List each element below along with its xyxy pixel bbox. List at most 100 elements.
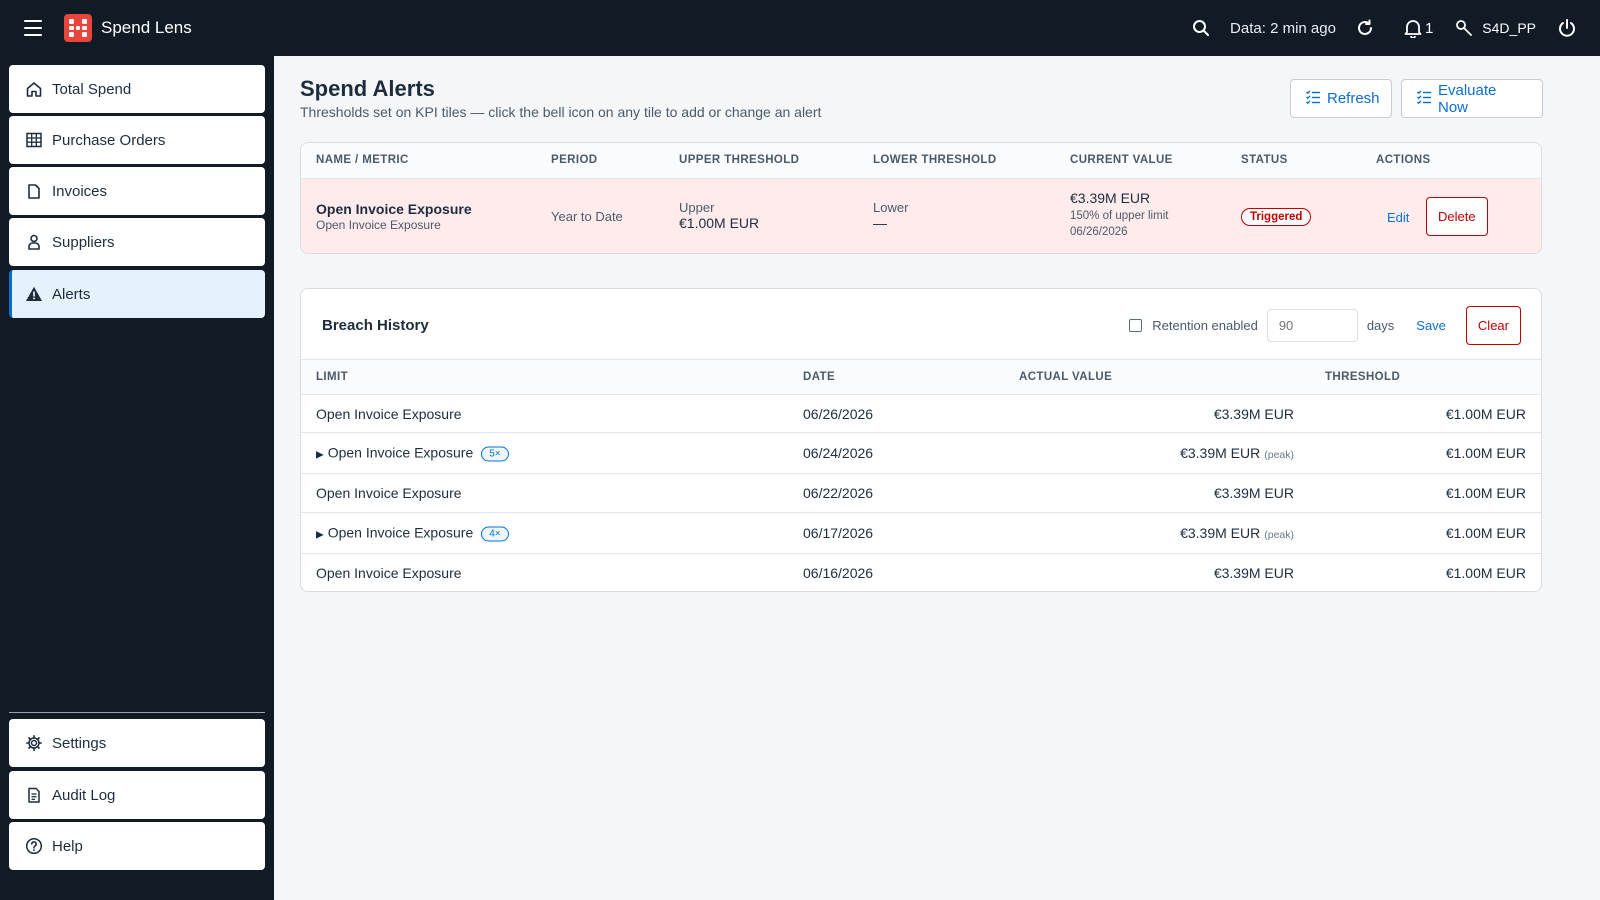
lower-label: Lower	[873, 200, 909, 215]
evaluate-button-label: Evaluate Now	[1438, 81, 1497, 116]
date-cell: 06/17/2026	[803, 525, 874, 541]
current-value: €3.39M EUR	[1070, 190, 1151, 206]
evaluate-now-button[interactable]: Evaluate Now	[1401, 79, 1543, 118]
document-icon	[25, 182, 43, 200]
status-badge: Triggered	[1241, 208, 1312, 226]
alert-name-cell: Open Invoice Exposure Open Invoice Expos…	[316, 201, 472, 232]
sidebar: Total Spend Purchase Orders Invoices Sup…	[0, 56, 274, 900]
current-date: 06/26/2026	[1070, 226, 1128, 238]
column-header-date: DATE	[803, 371, 836, 383]
limit-cell: ▶ Open Invoice Exposure 4×	[316, 525, 509, 542]
alert-current-cell: €3.39M EUR 150% of upper limit 06/26/202…	[1070, 190, 1168, 238]
limit-cell: Open Invoice Exposure	[316, 565, 462, 581]
alerts-table-header: NAME / METRIC PERIOD UPPER THRESHOLD LOW…	[301, 143, 1541, 179]
limit-label: Open Invoice Exposure	[327, 444, 474, 461]
expand-caret-icon[interactable]: ▶	[316, 450, 324, 461]
shell-bar: Spend Lens Data: 2 min ago 1 S4D_PP	[0, 0, 1600, 56]
alert-upper-cell: Upper €1.00M EUR	[679, 200, 759, 231]
limit-label: Open Invoice Exposure	[316, 565, 462, 581]
user-id: S4D_PP	[1482, 20, 1536, 36]
limit-cell: Open Invoice Exposure	[316, 485, 462, 501]
user-menu[interactable]: S4D_PP	[1453, 17, 1536, 39]
delete-button[interactable]: Delete	[1426, 197, 1488, 236]
bell-icon	[1402, 17, 1424, 39]
actual-value: €3.39M EUR	[1213, 565, 1294, 581]
limit-label: Open Invoice Exposure	[327, 524, 474, 541]
retention-days-input[interactable]	[1266, 309, 1358, 342]
sidebar-item-label: Help	[52, 837, 83, 855]
actual-cell: €3.39M EUR (peak)	[1180, 525, 1294, 541]
column-header-limit: LIMIT	[316, 371, 349, 383]
actual-value: €3.39M EUR	[1180, 525, 1261, 541]
days-label: days	[1366, 318, 1395, 333]
table-row[interactable]: Open Invoice Exposure 06/22/2026 €3.39M …	[301, 474, 1541, 513]
table-row[interactable]: Open Invoice Exposure 06/26/2026 €3.39M …	[301, 395, 1541, 433]
sidebar-item-settings[interactable]: Settings	[9, 719, 265, 767]
checklist-icon	[1416, 89, 1432, 109]
limit-cell: ▶ Open Invoice Exposure 5×	[316, 445, 509, 462]
retention-controls: Retention enabled days Save Clear	[1129, 306, 1521, 345]
alert-name: Open Invoice Exposure	[316, 201, 472, 217]
history-table-body: Open Invoice Exposure 06/26/2026 €3.39M …	[301, 395, 1541, 591]
retention-checkbox[interactable]	[1129, 319, 1143, 332]
table-row[interactable]: Open Invoice Exposure 06/16/2026 €3.39M …	[301, 554, 1541, 591]
notifications-button[interactable]: 1	[1402, 17, 1433, 39]
column-header-actions: ACTIONS	[1376, 154, 1431, 166]
save-link[interactable]: Save	[1416, 318, 1446, 333]
sidebar-item-alerts[interactable]: Alerts	[9, 270, 265, 318]
sidebar-item-help[interactable]: Help	[9, 822, 265, 870]
refresh-button[interactable]: Refresh	[1290, 79, 1392, 118]
column-header-status: STATUS	[1241, 154, 1288, 166]
menu-icon[interactable]	[24, 16, 48, 40]
peak-label: (peak)	[1264, 529, 1294, 541]
current-percent: 150% of upper limit	[1070, 210, 1169, 222]
date-cell: 06/24/2026	[803, 445, 874, 461]
actual-value: €3.39M EUR	[1180, 445, 1261, 461]
alert-row[interactable]: Open Invoice Exposure Open Invoice Expos…	[301, 179, 1541, 253]
date-cell: 06/26/2026	[803, 405, 874, 422]
threshold-cell: €1.00M EUR	[1445, 565, 1526, 581]
breach-history-title: Breach History	[322, 317, 429, 334]
table-row[interactable]: ▶ Open Invoice Exposure 5× 06/24/2026 €3.3…	[301, 433, 1541, 474]
sidebar-item-label: Audit Log	[52, 786, 116, 804]
sidebar-item-label: Invoices	[52, 182, 108, 200]
actual-value: €3.39M EUR	[1213, 405, 1294, 422]
refresh-icon[interactable]	[1354, 17, 1376, 39]
sidebar-item-label: Total Spend	[52, 80, 132, 98]
threshold-cell: €1.00M EUR	[1445, 525, 1526, 541]
limit-label: Open Invoice Exposure	[316, 485, 462, 501]
clear-button[interactable]: Clear	[1465, 306, 1521, 345]
column-header-name: NAME / METRIC	[316, 154, 409, 166]
page-subtitle: Thresholds set on KPI tiles — click the …	[300, 104, 822, 120]
actual-cell: €3.39M EUR	[1214, 485, 1294, 501]
user-link-icon	[1453, 17, 1475, 39]
alerts-table: NAME / METRIC PERIOD UPPER THRESHOLD LOW…	[300, 142, 1542, 254]
sidebar-item-total-spend[interactable]: Total Spend	[9, 65, 265, 113]
sidebar-item-label: Purchase Orders	[52, 131, 166, 149]
sidebar-item-audit-log[interactable]: Audit Log	[9, 771, 265, 819]
alert-lower-cell: Lower —	[873, 200, 908, 231]
sidebar-item-purchase-orders[interactable]: Purchase Orders	[9, 116, 265, 164]
sidebar-divider	[9, 712, 265, 713]
notification-count: 1	[1424, 19, 1434, 37]
edit-link[interactable]: Edit	[1387, 209, 1409, 225]
table-row[interactable]: ▶ Open Invoice Exposure 4× 06/17/2026 €3.3…	[301, 513, 1541, 554]
app-title: Spend Lens	[101, 18, 192, 37]
alert-metric: Open Invoice Exposure	[316, 218, 441, 232]
search-icon[interactable]	[1190, 17, 1212, 39]
sidebar-item-invoices[interactable]: Invoices	[9, 167, 265, 215]
peak-label: (peak)	[1264, 449, 1294, 461]
main-content: Spend Alerts Thresholds set on KPI tiles…	[274, 56, 1600, 900]
sidebar-item-suppliers[interactable]: Suppliers	[9, 218, 265, 266]
date-cell: 06/22/2026	[803, 485, 874, 501]
lower-value: —	[873, 215, 887, 231]
log-icon	[25, 786, 43, 804]
expand-caret-icon[interactable]: ▶	[316, 530, 324, 541]
history-table-header: LIMIT DATE ACTUAL VALUE THRESHOLD	[301, 359, 1541, 395]
threshold-cell: €1.00M EUR	[1445, 485, 1526, 501]
alert-period: Year to Date	[551, 209, 623, 224]
power-icon[interactable]	[1556, 17, 1578, 39]
person-icon	[25, 233, 43, 251]
refresh-button-label: Refresh	[1327, 90, 1380, 107]
column-header-period: PERIOD	[551, 154, 598, 166]
